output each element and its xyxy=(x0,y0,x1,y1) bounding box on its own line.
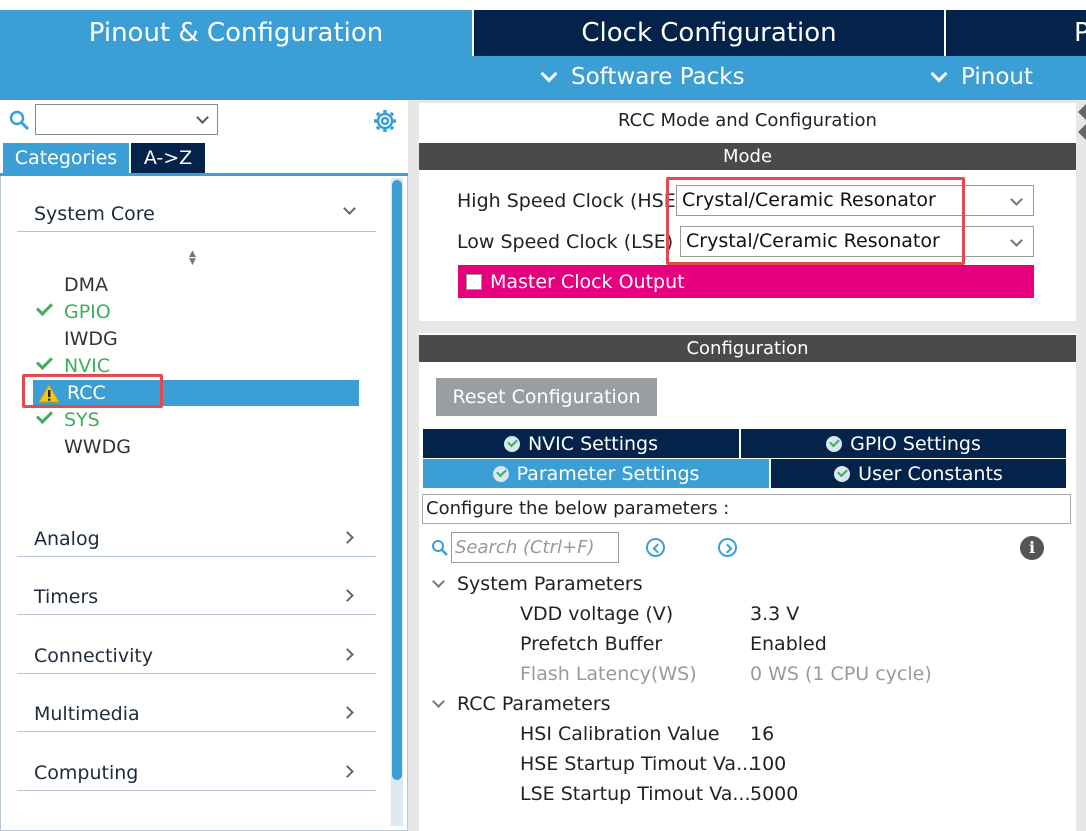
category-connectivity[interactable]: Connectivity xyxy=(17,638,376,674)
parameter-search-input[interactable]: Search (Ctrl+F) xyxy=(451,532,619,563)
master-clock-output-checkbox[interactable] xyxy=(466,273,482,290)
tab-gpio-settings[interactable]: GPIO Settings xyxy=(741,429,1066,458)
peripheral-wwdg[interactable]: WWDG xyxy=(64,434,131,460)
chevron-down-icon xyxy=(343,202,356,215)
previous-result-icon[interactable] xyxy=(646,538,665,557)
sort-icon[interactable]: ▲ ▼ xyxy=(189,250,196,267)
param-value-vdd[interactable]: 3.3 V xyxy=(750,603,799,625)
peripheral-dma[interactable]: DMA xyxy=(64,272,108,298)
rcc-highlight-box xyxy=(22,374,163,408)
check-circle-icon xyxy=(826,435,843,452)
chevron-down-icon xyxy=(1010,193,1023,206)
search-combo[interactable] xyxy=(35,104,218,135)
software-packs-label: Software Packs xyxy=(571,64,745,90)
search-icon xyxy=(9,110,30,131)
configure-instructions: Configure the below parameters : xyxy=(422,494,1071,524)
category-label: Connectivity xyxy=(34,644,154,667)
configuration-section-header: Configuration xyxy=(419,335,1076,362)
category-list xyxy=(0,176,408,831)
lse-label: Low Speed Clock (LSE) xyxy=(457,231,674,253)
scrollbar-thumb[interactable] xyxy=(392,180,402,780)
category-timers[interactable]: Timers xyxy=(17,579,376,615)
category-system-core[interactable]: System Core xyxy=(17,196,376,232)
splitter-handle-icon[interactable] xyxy=(1078,100,1086,148)
peripheral-iwdg[interactable]: IWDG xyxy=(64,326,118,352)
peripheral-sys[interactable]: SYS xyxy=(64,407,100,433)
chevron-down-icon xyxy=(930,65,948,83)
chevron-right-icon xyxy=(341,765,354,778)
param-value-hsi-calibration[interactable]: 16 xyxy=(750,723,774,745)
mode-section-header: Mode xyxy=(419,143,1076,170)
chevron-down-icon xyxy=(540,65,558,83)
pinout-label: Pinout xyxy=(961,64,1033,90)
param-value-lse-startup[interactable]: 5000 xyxy=(750,783,798,805)
peripheral-gpio[interactable]: GPIO xyxy=(64,299,111,325)
param-value-hse-startup[interactable]: 100 xyxy=(750,753,786,775)
a-z-button[interactable]: A->Z xyxy=(131,143,205,173)
tab-label: Parameter Settings xyxy=(516,462,700,485)
param-name-lse-startup: LSE Startup Timout Va... xyxy=(520,783,751,805)
hse-label: High Speed Clock (HSE xyxy=(457,190,676,212)
gear-icon[interactable] xyxy=(372,108,398,134)
tab-parameter-settings[interactable]: Parameter Settings xyxy=(423,459,769,488)
tab-nvic-settings[interactable]: NVIC Settings xyxy=(423,429,739,458)
next-result-icon[interactable] xyxy=(718,538,737,557)
search-icon xyxy=(432,540,448,556)
chevron-right-icon xyxy=(341,531,354,544)
check-circle-icon xyxy=(503,435,520,452)
param-value-flash-latency: 0 WS (1 CPU cycle) xyxy=(750,663,932,685)
tab-label: NVIC Settings xyxy=(527,432,659,455)
master-clock-output-label: Master Clock Output xyxy=(490,270,685,293)
category-label: Computing xyxy=(34,761,139,784)
chevron-right-icon xyxy=(341,589,354,602)
tab-label: User Constants xyxy=(858,462,1003,485)
tab-user-constants[interactable]: User Constants xyxy=(771,459,1066,488)
reset-configuration-button[interactable]: Reset Configuration xyxy=(436,378,657,416)
category-analog[interactable]: Analog xyxy=(17,521,376,557)
mode-highlight-box xyxy=(666,177,965,265)
chevron-down-icon xyxy=(196,111,209,124)
category-multimedia[interactable]: Multimedia xyxy=(17,696,376,732)
check-circle-icon xyxy=(834,465,851,482)
panel-title: RCC Mode and Configuration xyxy=(618,110,877,131)
software-packs-menu[interactable]: Software Packs xyxy=(540,64,745,90)
categories-button[interactable]: Categories xyxy=(3,143,129,173)
tab-pinout-configuration[interactable]: Pinout & Configuration xyxy=(0,10,472,56)
category-computing[interactable]: Computing xyxy=(17,755,376,791)
tab-clock-configuration[interactable]: Clock Configuration xyxy=(474,10,944,56)
info-icon[interactable]: i xyxy=(1020,536,1044,560)
sub-menu-bar: Software Packs Pinout xyxy=(0,56,1086,100)
param-name-prefetch: Prefetch Buffer xyxy=(520,633,663,655)
param-name-vdd: VDD voltage (V) xyxy=(520,603,674,625)
param-name-hsi-calibration: HSI Calibration Value xyxy=(520,723,720,745)
category-label: Analog xyxy=(34,527,100,550)
chevron-right-icon xyxy=(341,648,354,661)
check-circle-icon xyxy=(492,465,509,482)
group-system-parameters[interactable]: System Parameters xyxy=(457,573,643,595)
category-label: Multimedia xyxy=(34,702,140,725)
param-name-hse-startup: HSE Startup Timout Va... xyxy=(520,753,755,775)
param-value-prefetch[interactable]: Enabled xyxy=(750,633,827,655)
group-rcc-parameters[interactable]: RCC Parameters xyxy=(457,693,611,715)
param-name-flash-latency: Flash Latency(WS) xyxy=(520,663,697,685)
category-label: Timers xyxy=(34,585,99,608)
master-clock-output-row[interactable]: Master Clock Output xyxy=(458,265,1034,298)
tab-project-manager[interactable]: P xyxy=(946,10,1086,56)
pinout-menu[interactable]: Pinout xyxy=(930,64,1033,90)
category-label: System Core xyxy=(34,202,155,225)
tab-label: GPIO Settings xyxy=(850,432,981,455)
chevron-right-icon xyxy=(341,706,354,719)
chevron-down-icon xyxy=(1010,234,1023,247)
